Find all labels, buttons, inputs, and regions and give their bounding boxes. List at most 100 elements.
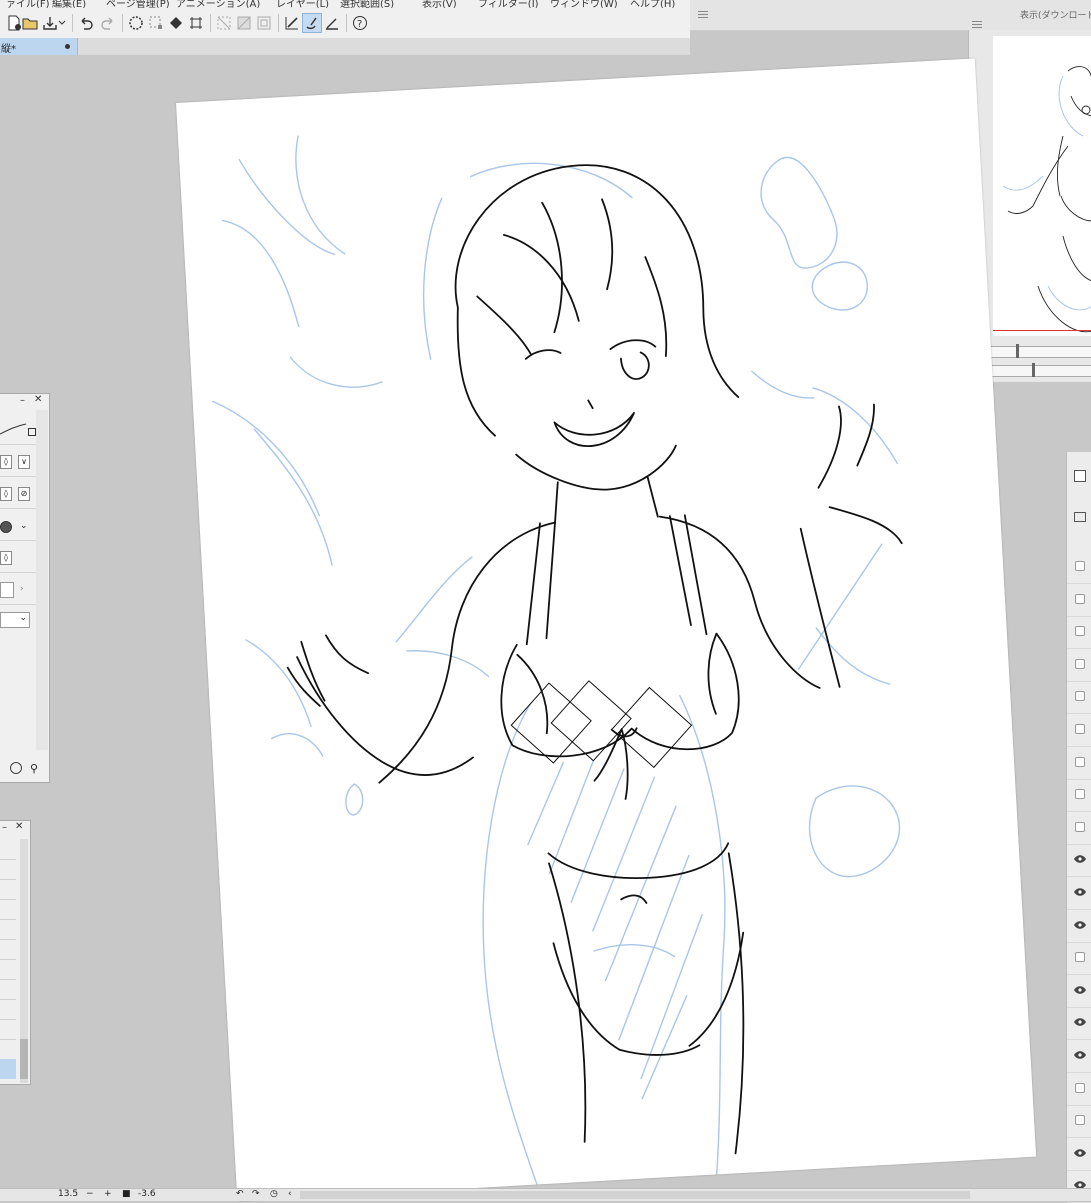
menu-edit[interactable]: 編集(E) bbox=[52, 0, 86, 8]
chevron-left-icon[interactable]: ‹ bbox=[288, 1189, 292, 1199]
zoom-slider-handle[interactable] bbox=[1016, 344, 1019, 358]
visibility-checkbox[interactable] bbox=[1075, 756, 1085, 767]
minimize-icon[interactable]: – bbox=[20, 395, 25, 406]
chevron-right-icon[interactable]: › bbox=[20, 584, 24, 594]
menu-filter[interactable]: フィルター(I) bbox=[478, 0, 539, 8]
zoom-value[interactable]: 13.5 bbox=[58, 1189, 78, 1199]
rotation-value[interactable]: -3.6 bbox=[138, 1189, 156, 1199]
layer-row[interactable] bbox=[1067, 615, 1091, 650]
open-icon[interactable] bbox=[20, 13, 40, 33]
rotation-slider-handle[interactable] bbox=[1032, 363, 1035, 377]
fill-icon[interactable] bbox=[166, 13, 186, 33]
lock-icon[interactable] bbox=[28, 428, 36, 436]
stabilization-row[interactable]: ◊ bbox=[0, 546, 36, 573]
layer-row[interactable] bbox=[1067, 1039, 1091, 1073]
visibility-checkbox[interactable] bbox=[1075, 1115, 1085, 1126]
minimize-icon[interactable]: – bbox=[2, 822, 7, 833]
menu-page[interactable]: ページ管理(P) bbox=[106, 0, 170, 8]
eye-icon[interactable] bbox=[1074, 1018, 1086, 1027]
visibility-checkbox[interactable] bbox=[1075, 821, 1085, 832]
layer-settings-icon[interactable] bbox=[1074, 512, 1086, 522]
document-tab[interactable]: 縦* bbox=[0, 38, 78, 55]
layer-row[interactable] bbox=[1067, 746, 1091, 780]
opacity-row[interactable]: ◊ ⊘ bbox=[0, 482, 36, 509]
rotate-right-icon[interactable]: ↷ bbox=[252, 1189, 260, 1199]
visibility-checkbox[interactable] bbox=[1075, 789, 1085, 800]
panel-scrollbar[interactable] bbox=[20, 839, 28, 1083]
layer-row[interactable] bbox=[1067, 550, 1091, 584]
undo-icon[interactable] bbox=[76, 13, 96, 33]
pen-icon[interactable] bbox=[282, 13, 302, 33]
layer-row[interactable] bbox=[1067, 778, 1091, 813]
eye-icon[interactable] bbox=[1074, 920, 1086, 929]
brush-tip-row[interactable]: ⌄ bbox=[0, 514, 36, 541]
visibility-checkbox[interactable] bbox=[1075, 626, 1085, 637]
layer-row[interactable] bbox=[1067, 876, 1091, 910]
visibility-checkbox[interactable] bbox=[1075, 593, 1085, 604]
layer-color-icon[interactable] bbox=[1074, 470, 1086, 482]
horizontal-scrollbar[interactable] bbox=[300, 1191, 970, 1199]
reset-icon[interactable] bbox=[10, 762, 22, 774]
layer-row[interactable] bbox=[1067, 941, 1091, 976]
navigator-thumbnail[interactable] bbox=[993, 36, 1091, 336]
zoom-slider[interactable] bbox=[975, 344, 1091, 358]
color-swatch[interactable] bbox=[0, 582, 14, 598]
snap-icon[interactable] bbox=[254, 13, 274, 33]
panel-scrollbar[interactable] bbox=[36, 410, 48, 750]
layer-row[interactable] bbox=[1067, 909, 1091, 943]
layer-row[interactable] bbox=[1067, 1006, 1091, 1041]
ruler-icon[interactable] bbox=[234, 13, 254, 33]
reset-rotation-icon[interactable]: ◷ bbox=[270, 1189, 278, 1199]
wrench-icon[interactable]: ⚲ bbox=[30, 762, 38, 775]
brush-combo[interactable]: ⌄ bbox=[0, 612, 30, 628]
spinner-icon[interactable]: ◊ bbox=[0, 455, 12, 469]
layer-row[interactable] bbox=[1067, 713, 1091, 747]
menu-window[interactable]: ウィンドウ(W) bbox=[550, 0, 618, 8]
layer-row[interactable] bbox=[1067, 974, 1091, 1008]
rotate-left-icon[interactable]: ↶ bbox=[236, 1189, 244, 1199]
spinner-icon[interactable]: ◊ bbox=[0, 487, 12, 501]
zoom-out-icon[interactable]: − bbox=[86, 1189, 94, 1199]
eye-icon[interactable] bbox=[1074, 855, 1086, 864]
brush-size-row[interactable]: ◊ ∨ bbox=[0, 450, 36, 477]
layer-row[interactable] bbox=[1067, 583, 1091, 617]
eye-icon[interactable] bbox=[1074, 1051, 1086, 1059]
layer-row[interactable] bbox=[1067, 1072, 1091, 1106]
eye-icon[interactable] bbox=[1074, 1149, 1086, 1157]
brush-shape-preview[interactable] bbox=[0, 410, 36, 445]
eye-icon[interactable] bbox=[1074, 986, 1086, 994]
zoom-in-icon[interactable]: + bbox=[104, 1189, 112, 1199]
visibility-checkbox[interactable] bbox=[1075, 724, 1085, 734]
visibility-checkbox[interactable] bbox=[1075, 691, 1085, 702]
chevron-down-icon[interactable] bbox=[56, 13, 68, 33]
visibility-checkbox[interactable] bbox=[1075, 952, 1085, 963]
layer-row[interactable] bbox=[1067, 680, 1091, 715]
layer-row[interactable] bbox=[1067, 1104, 1091, 1139]
pressure-toggle-icon[interactable]: ∨ bbox=[18, 455, 30, 469]
close-icon[interactable]: ✕ bbox=[15, 821, 23, 832]
layer-row[interactable] bbox=[1067, 648, 1091, 682]
fit-icon[interactable]: ■ bbox=[122, 1189, 131, 1199]
menu-view[interactable]: 表示(V) bbox=[422, 0, 457, 8]
correction-icon[interactable] bbox=[322, 13, 342, 33]
help-icon[interactable]: ? bbox=[350, 13, 370, 33]
redo-icon[interactable] bbox=[98, 13, 118, 33]
layer-row[interactable] bbox=[1067, 811, 1091, 845]
grip-icon[interactable] bbox=[972, 21, 982, 28]
visibility-checkbox[interactable] bbox=[1075, 561, 1085, 571]
chevron-down-icon[interactable]: ⌄ bbox=[20, 521, 28, 531]
menu-layer[interactable]: レイヤー(L) bbox=[276, 0, 329, 8]
drawing-canvas[interactable] bbox=[176, 58, 1037, 1202]
brush-icon[interactable] bbox=[302, 13, 322, 33]
transform-icon[interactable] bbox=[146, 13, 166, 33]
layer-row[interactable] bbox=[1067, 1137, 1091, 1171]
eye-icon[interactable] bbox=[1074, 888, 1086, 896]
menu-help[interactable]: ヘルプ(H) bbox=[630, 0, 675, 8]
grip-icon[interactable] bbox=[698, 11, 708, 18]
menu-file[interactable]: ァイル(F) bbox=[6, 0, 50, 8]
menu-selection[interactable]: 選択範囲(S) bbox=[340, 0, 394, 8]
selected-sub-tool[interactable] bbox=[0, 1059, 16, 1079]
color-row[interactable]: › bbox=[0, 578, 36, 605]
close-icon[interactable]: ✕ bbox=[34, 394, 42, 405]
spinner-icon[interactable]: ◊ bbox=[0, 551, 12, 565]
